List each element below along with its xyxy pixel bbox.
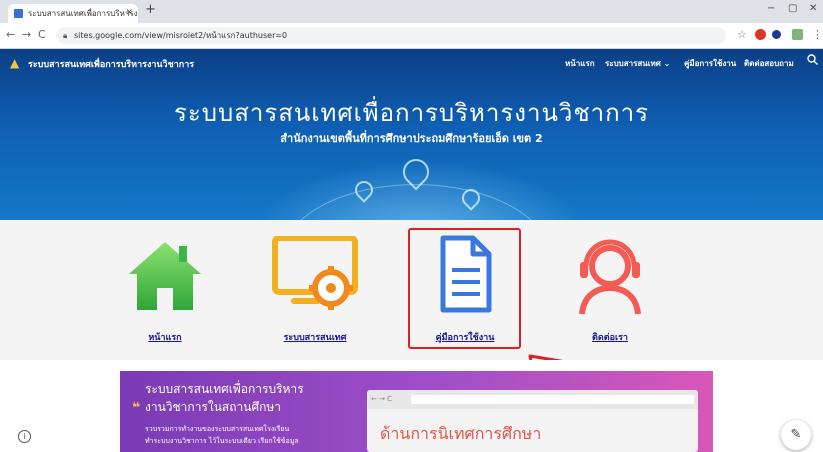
banner-title: ระบบสารสนเทศเพื่อการบริหาร: [145, 382, 304, 396]
banner-description: รวบรวมการทำงานของระบบสารสนเทศโรงเรียน: [145, 425, 290, 433]
hero-subtitle: สำนักงานเขตพื้นที่การศึกษาประถมศึกษาร้อย…: [280, 132, 543, 145]
maximize-button[interactable]: ▢: [788, 3, 797, 14]
mock-nav-icons: ← → C: [371, 395, 393, 403]
info-icon[interactable]: i: [18, 430, 31, 443]
quick-link-label: ติดต่อเรา: [592, 333, 628, 343]
search-icon[interactable]: [807, 54, 818, 68]
address-url: sites.google.com/view/misroiet2/หน้าแรก?…: [74, 31, 288, 40]
home-icon: [129, 242, 201, 310]
browser-tab[interactable]: ระบบสารสนเทศเพื่อการบริหารงานวิชาการ ✕: [8, 4, 138, 23]
reload-button[interactable]: C: [38, 28, 46, 41]
back-button[interactable]: ←: [6, 28, 15, 41]
monitor-gear-icon: [272, 236, 358, 310]
lock-icon: 🔒︎: [63, 31, 68, 40]
site-title[interactable]: ระบบสารสนเทศเพื่อการบริหารงานวิชาการ: [28, 57, 194, 71]
quick-link-label: หน้าแรก: [148, 333, 182, 343]
quick-link-contact[interactable]: ติดต่อเรา: [560, 220, 660, 360]
mock-url-bar: [411, 395, 694, 404]
tab-close-icon[interactable]: ✕: [125, 4, 133, 23]
browser-toolbar: ← → C 🔒︎ sites.google.com/view/misroiet2…: [0, 23, 823, 49]
site-header: ▲ ระบบสารสนเทศเพื่อการบริหารงานวิชาการ ห…: [0, 49, 823, 220]
nav-contact[interactable]: ติดต่อสอบถาม: [744, 57, 794, 70]
quick-link-label: ระบบสารสนเทศ: [283, 333, 347, 343]
tab-title: ระบบสารสนเทศเพื่อการบริหารงานวิชาการ: [28, 9, 138, 18]
browser-tab-bar: ระบบสารสนเทศเพื่อการบริหารงานวิชาการ ✕ +…: [0, 0, 823, 23]
minimize-button[interactable]: −: [767, 3, 775, 14]
quick-link-information-system[interactable]: ระบบสารสนเทศ: [265, 220, 365, 360]
new-tab-button[interactable]: +: [145, 2, 156, 17]
nav-home[interactable]: หน้าแรก: [565, 57, 595, 70]
banner-description-line2: ทำระบบงานวิชาการ ไว้ในระบบเดียว เรียกใช้…: [145, 437, 299, 445]
site-favicon-icon: [14, 9, 23, 18]
highlight-box: [408, 228, 521, 349]
site-logo-icon[interactable]: ▲: [10, 56, 19, 70]
quote-mark-icon: ❝: [132, 400, 141, 416]
quick-link-home[interactable]: หน้าแรก: [115, 220, 215, 360]
opera-extension-icon[interactable]: [755, 29, 766, 40]
browser-menu-icon[interactable]: ⋮: [812, 28, 823, 41]
nav-user-manual[interactable]: คู่มือการใช้งาน: [684, 57, 736, 70]
mock-heading: ด้านการนิเทศการศึกษา: [380, 424, 542, 443]
banner-title-line2: งานวิชาการในสถานศึกษา: [145, 400, 281, 414]
headset-icon: [579, 239, 641, 315]
extension-icon[interactable]: [772, 30, 781, 39]
puzzle-extension-icon[interactable]: [792, 29, 803, 40]
nav-information-system[interactable]: ระบบสารสนเทศ ⌄: [605, 57, 670, 70]
forward-button[interactable]: →: [22, 28, 31, 41]
address-bar[interactable]: 🔒︎ sites.google.com/view/misroiet2/หน้าแ…: [56, 27, 726, 44]
hero-title: ระบบสารสนเทศเพื่อการบริหารงานวิชาการ: [174, 99, 649, 127]
edit-pencil-button[interactable]: ✎: [781, 420, 811, 450]
close-window-button[interactable]: ✕: [809, 3, 817, 14]
bookmark-star-icon[interactable]: ☆: [737, 28, 747, 41]
